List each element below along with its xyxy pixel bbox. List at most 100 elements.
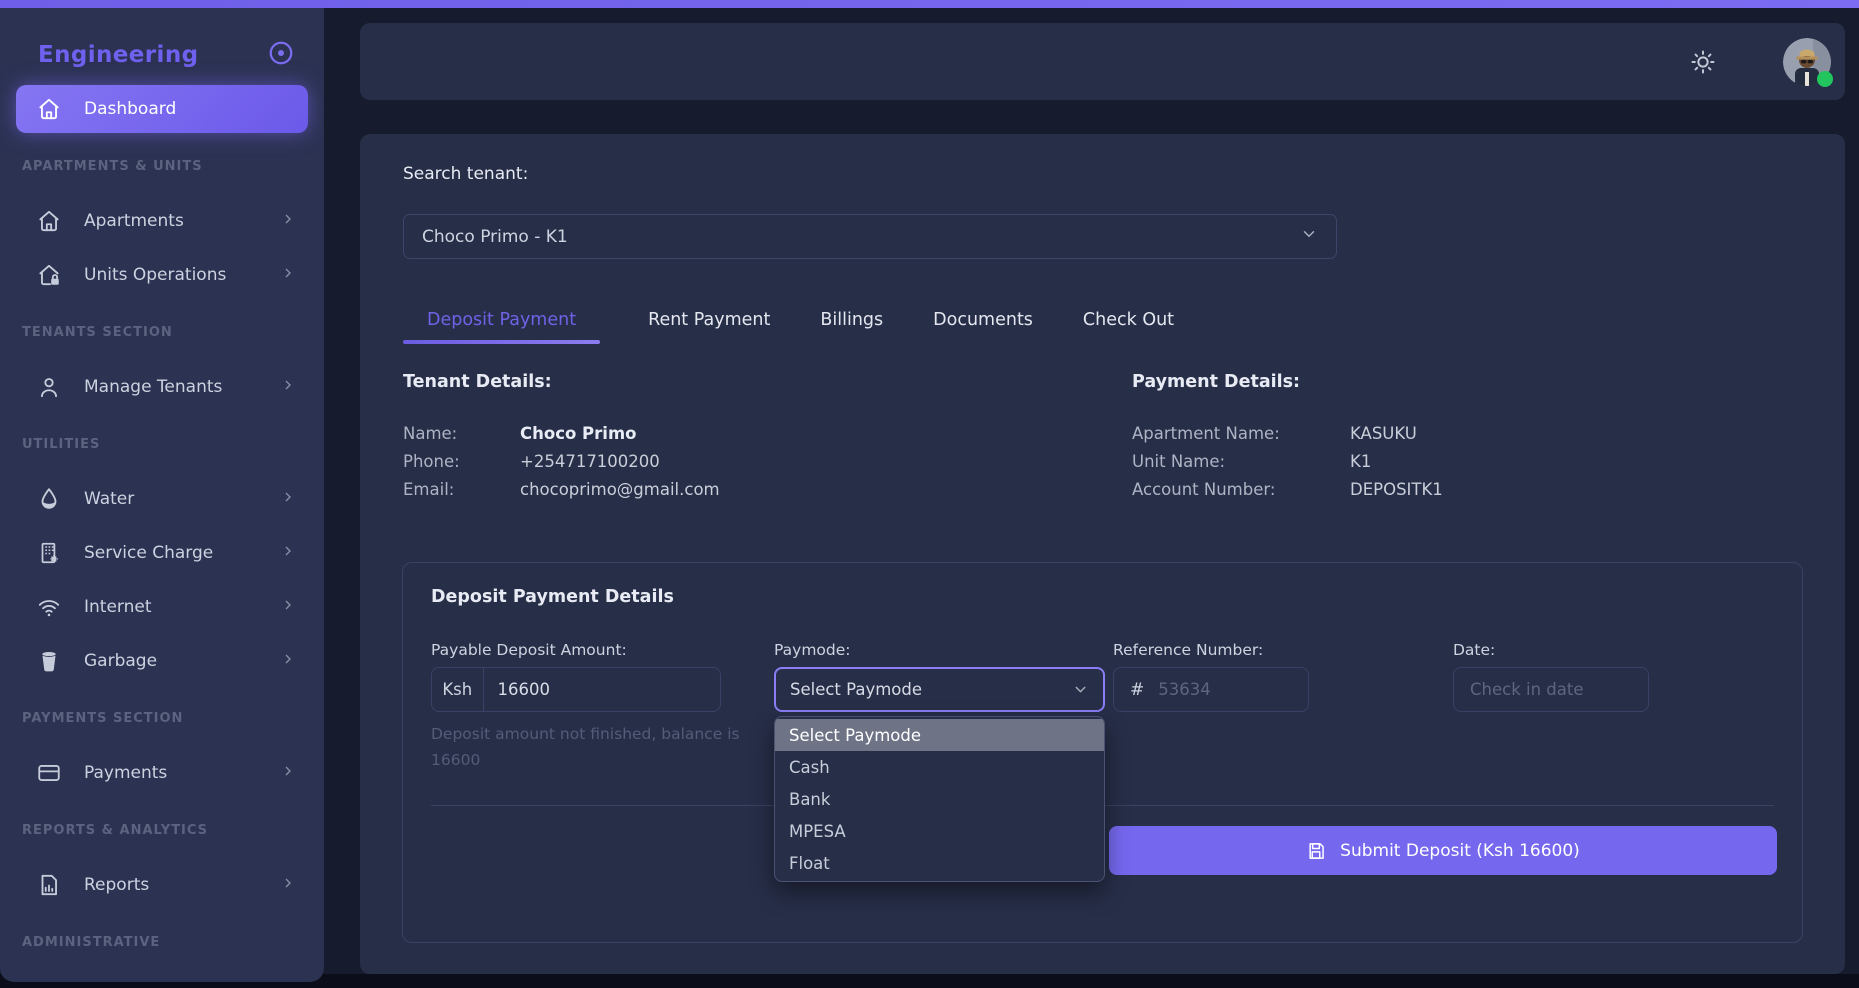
deposit-payment-card: Deposit Payment Details Payable Deposit …	[402, 562, 1803, 943]
tenant-details: Tenant Details: Name: Choco Primo Phone:…	[403, 372, 720, 504]
tab-bar: Deposit Payment Rent Payment Billings Do…	[403, 306, 1176, 344]
sidebar: Engineering Dashboard APARTMENTS & UNITS	[0, 8, 324, 982]
tab-check-out[interactable]: Check Out	[1081, 306, 1176, 344]
chevron-down-icon	[1300, 225, 1318, 248]
sidebar-item-water[interactable]: Water	[16, 475, 308, 523]
hash-prefix: #	[1114, 680, 1144, 700]
chevron-right-icon	[280, 489, 296, 510]
sidebar-item-label: Internet	[84, 597, 152, 617]
save-icon	[1306, 841, 1326, 861]
sidebar-item-label: Apartments	[84, 211, 184, 231]
check-in-date-input[interactable]	[1456, 680, 1646, 699]
sidebar-brand-row: Engineering	[16, 8, 308, 78]
sidebar-section-reports: REPORTS & ANALYTICS	[22, 823, 308, 841]
paymode-option-bank[interactable]: Bank	[775, 783, 1104, 815]
chevron-right-icon	[280, 211, 296, 232]
tenant-details-title: Tenant Details:	[403, 372, 720, 392]
paymode-label: Paymode:	[774, 641, 851, 659]
currency-prefix: Ksh	[432, 668, 484, 711]
home-icon	[36, 96, 62, 122]
circle-dot-icon[interactable]	[266, 38, 296, 72]
sidebar-item-label: Units Operations	[84, 265, 226, 285]
sidebar-section-apartments-units: APARTMENTS & UNITS	[22, 159, 308, 177]
sidebar-item-label: Dashboard	[84, 99, 176, 119]
window-accent-strip	[0, 0, 1859, 8]
sidebar-item-manage-tenants[interactable]: Manage Tenants	[16, 363, 308, 411]
paymode-selected-value: Select Paymode	[790, 680, 922, 699]
sidebar-item-payments[interactable]: Payments	[16, 749, 308, 797]
payment-details-title: Payment Details:	[1132, 372, 1443, 392]
main-content: Search tenant: Choco Primo - K1 Deposit …	[360, 134, 1845, 974]
sun-icon[interactable]	[1689, 48, 1717, 76]
detail-row-name: Name: Choco Primo	[403, 420, 720, 448]
paymode-option-mpesa[interactable]: MPESA	[775, 815, 1104, 847]
tab-billings[interactable]: Billings	[818, 306, 885, 344]
chevron-right-icon	[280, 377, 296, 398]
sidebar-item-apartments[interactable]: Apartments	[16, 197, 308, 245]
sidebar-section-payments: PAYMENTS SECTION	[22, 711, 308, 729]
sidebar-item-garbage[interactable]: Garbage	[16, 637, 308, 685]
detail-row-account: Account Number: DEPOSITK1	[1132, 476, 1443, 504]
app-screen: Engineering Dashboard APARTMENTS & UNITS	[0, 0, 1859, 988]
detail-row-unit: Unit Name: K1	[1132, 448, 1443, 476]
person-icon	[36, 374, 62, 400]
reference-number-input[interactable]	[1144, 680, 1308, 699]
sidebar-item-label: Service Charge	[84, 543, 213, 563]
sidebar-item-service-charge[interactable]: Service Charge	[16, 529, 308, 577]
house-lock-icon	[36, 262, 62, 288]
amount-label: Payable Deposit Amount:	[431, 641, 627, 659]
sidebar-section-administrative: ADMINISTRATIVE	[22, 935, 308, 953]
deposit-balance-helper: Deposit amount not finished, balance is …	[431, 721, 751, 773]
paymode-select[interactable]: Select Paymode	[774, 667, 1105, 712]
date-field[interactable]	[1453, 667, 1649, 712]
sidebar-item-label: Water	[84, 489, 134, 509]
paymode-dropdown: Select Paymode Cash Bank MPESA Float	[774, 716, 1105, 882]
date-label: Date:	[1453, 641, 1495, 659]
submit-deposit-label: Submit Deposit (Ksh 16600)	[1340, 841, 1580, 861]
detail-row-email: Email: chocoprimo@gmail.com	[403, 476, 720, 504]
sidebar-item-label: Manage Tenants	[84, 377, 222, 397]
brand-title: Engineering	[38, 42, 198, 68]
sidebar-item-label: Reports	[84, 875, 149, 895]
report-icon	[36, 872, 62, 898]
deposit-card-title: Deposit Payment Details	[431, 587, 674, 607]
chevron-right-icon	[280, 265, 296, 286]
paymode-option-float[interactable]: Float	[775, 847, 1104, 879]
sidebar-item-label: Garbage	[84, 651, 157, 671]
reference-number-group: #	[1113, 667, 1309, 712]
sidebar-section-utilities: UTILITIES	[22, 437, 308, 455]
sidebar-section-tenants: TENANTS SECTION	[22, 325, 308, 343]
chevron-right-icon	[280, 543, 296, 564]
sidebar-item-reports[interactable]: Reports	[16, 861, 308, 909]
online-status-dot	[1817, 71, 1833, 87]
paymode-option-cash[interactable]: Cash	[775, 751, 1104, 783]
tab-rent-payment[interactable]: Rent Payment	[646, 306, 772, 344]
sidebar-item-dashboard[interactable]: Dashboard	[16, 85, 308, 133]
trash-icon	[36, 648, 62, 674]
detail-row-phone: Phone: +254717100200	[403, 448, 720, 476]
chevron-down-icon	[1072, 681, 1089, 698]
chevron-right-icon	[280, 597, 296, 618]
sidebar-item-internet[interactable]: Internet	[16, 583, 308, 631]
wifi-icon	[36, 594, 62, 620]
search-tenant-label: Search tenant:	[403, 164, 528, 184]
topbar	[360, 23, 1845, 100]
reference-label: Reference Number:	[1113, 641, 1263, 659]
sidebar-item-units-operations[interactable]: Units Operations	[16, 251, 308, 299]
droplet-icon	[36, 486, 62, 512]
submit-deposit-button[interactable]: Submit Deposit (Ksh 16600)	[1109, 826, 1777, 875]
user-avatar[interactable]	[1783, 38, 1831, 86]
chevron-right-icon	[280, 651, 296, 672]
chevron-right-icon	[280, 875, 296, 896]
tenant-select-value: Choco Primo - K1	[422, 227, 568, 247]
building-gear-icon	[36, 540, 62, 566]
credit-card-icon	[36, 760, 62, 786]
detail-row-apartment: Apartment Name: KASUKU	[1132, 420, 1443, 448]
tab-documents[interactable]: Documents	[931, 306, 1035, 344]
tab-deposit-payment[interactable]: Deposit Payment	[403, 306, 600, 344]
home-icon	[36, 208, 62, 234]
paymode-option-select-paymode[interactable]: Select Paymode	[775, 719, 1104, 751]
deposit-amount-input[interactable]	[484, 680, 720, 699]
chevron-right-icon	[280, 763, 296, 784]
tenant-select[interactable]: Choco Primo - K1	[403, 214, 1337, 259]
